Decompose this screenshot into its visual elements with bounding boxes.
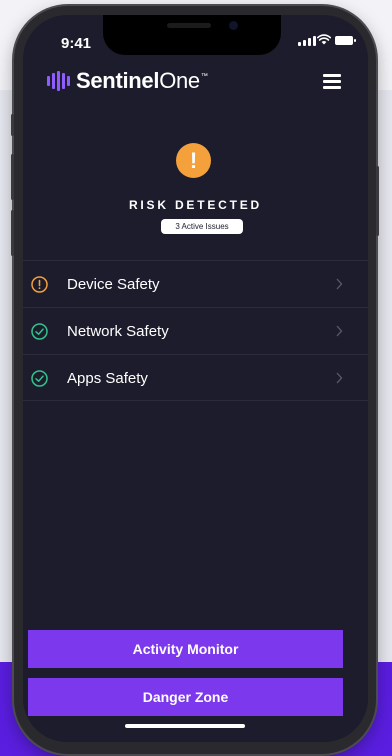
warning-circle-icon	[31, 276, 48, 293]
app-header: SentinelOne ™	[23, 65, 368, 101]
safety-item-label: Apps Safety	[67, 370, 148, 387]
activity-monitor-button[interactable]: Activity Monitor	[28, 630, 343, 668]
check-circle-icon	[31, 370, 48, 387]
risk-alert-icon: !	[176, 143, 211, 178]
power-button	[376, 166, 379, 236]
safety-list: Device Safety Network Safety Apps Safety	[23, 260, 368, 401]
main-content: ! RISK DETECTED 3 Active Issues Device S…	[23, 101, 368, 742]
page: 9:41 SentinelOne ™ ! RISK DETECTED 3 Act…	[0, 0, 392, 756]
logo-trademark: ™	[200, 72, 208, 80]
active-issues-badge[interactable]: 3 Active Issues	[161, 219, 243, 234]
safety-item-device[interactable]: Device Safety	[23, 260, 368, 307]
risk-title: RISK DETECTED	[128, 198, 263, 212]
safety-item-label: Network Safety	[67, 323, 169, 340]
danger-zone-button[interactable]: Danger Zone	[28, 678, 343, 716]
volume-down-button	[11, 210, 14, 256]
chevron-right-icon	[336, 372, 343, 384]
risk-summary: ! RISK DETECTED 3 Active Issues	[23, 101, 368, 261]
status-time: 9:41	[61, 35, 92, 52]
logo-mark-icon	[47, 71, 70, 91]
cellular-signal-icon	[298, 36, 316, 46]
silent-switch	[11, 114, 14, 136]
check-circle-icon	[31, 323, 48, 340]
safety-item-apps[interactable]: Apps Safety	[23, 354, 368, 401]
logo-text: SentinelOne	[76, 68, 200, 93]
sentinelone-logo: SentinelOne ™	[47, 68, 208, 94]
chevron-right-icon	[336, 278, 343, 290]
battery-icon	[335, 36, 356, 45]
chevron-right-icon	[336, 325, 343, 337]
wifi-icon	[317, 34, 331, 45]
home-indicator[interactable]	[125, 724, 245, 728]
volume-up-button	[11, 154, 14, 200]
status-bar: 9:41	[23, 15, 368, 59]
hamburger-menu-icon[interactable]	[323, 74, 341, 90]
safety-item-label: Device Safety	[67, 276, 160, 293]
phone-screen: 9:41 SentinelOne ™ ! RISK DETECTED 3 Act…	[23, 15, 368, 742]
safety-item-network[interactable]: Network Safety	[23, 307, 368, 354]
